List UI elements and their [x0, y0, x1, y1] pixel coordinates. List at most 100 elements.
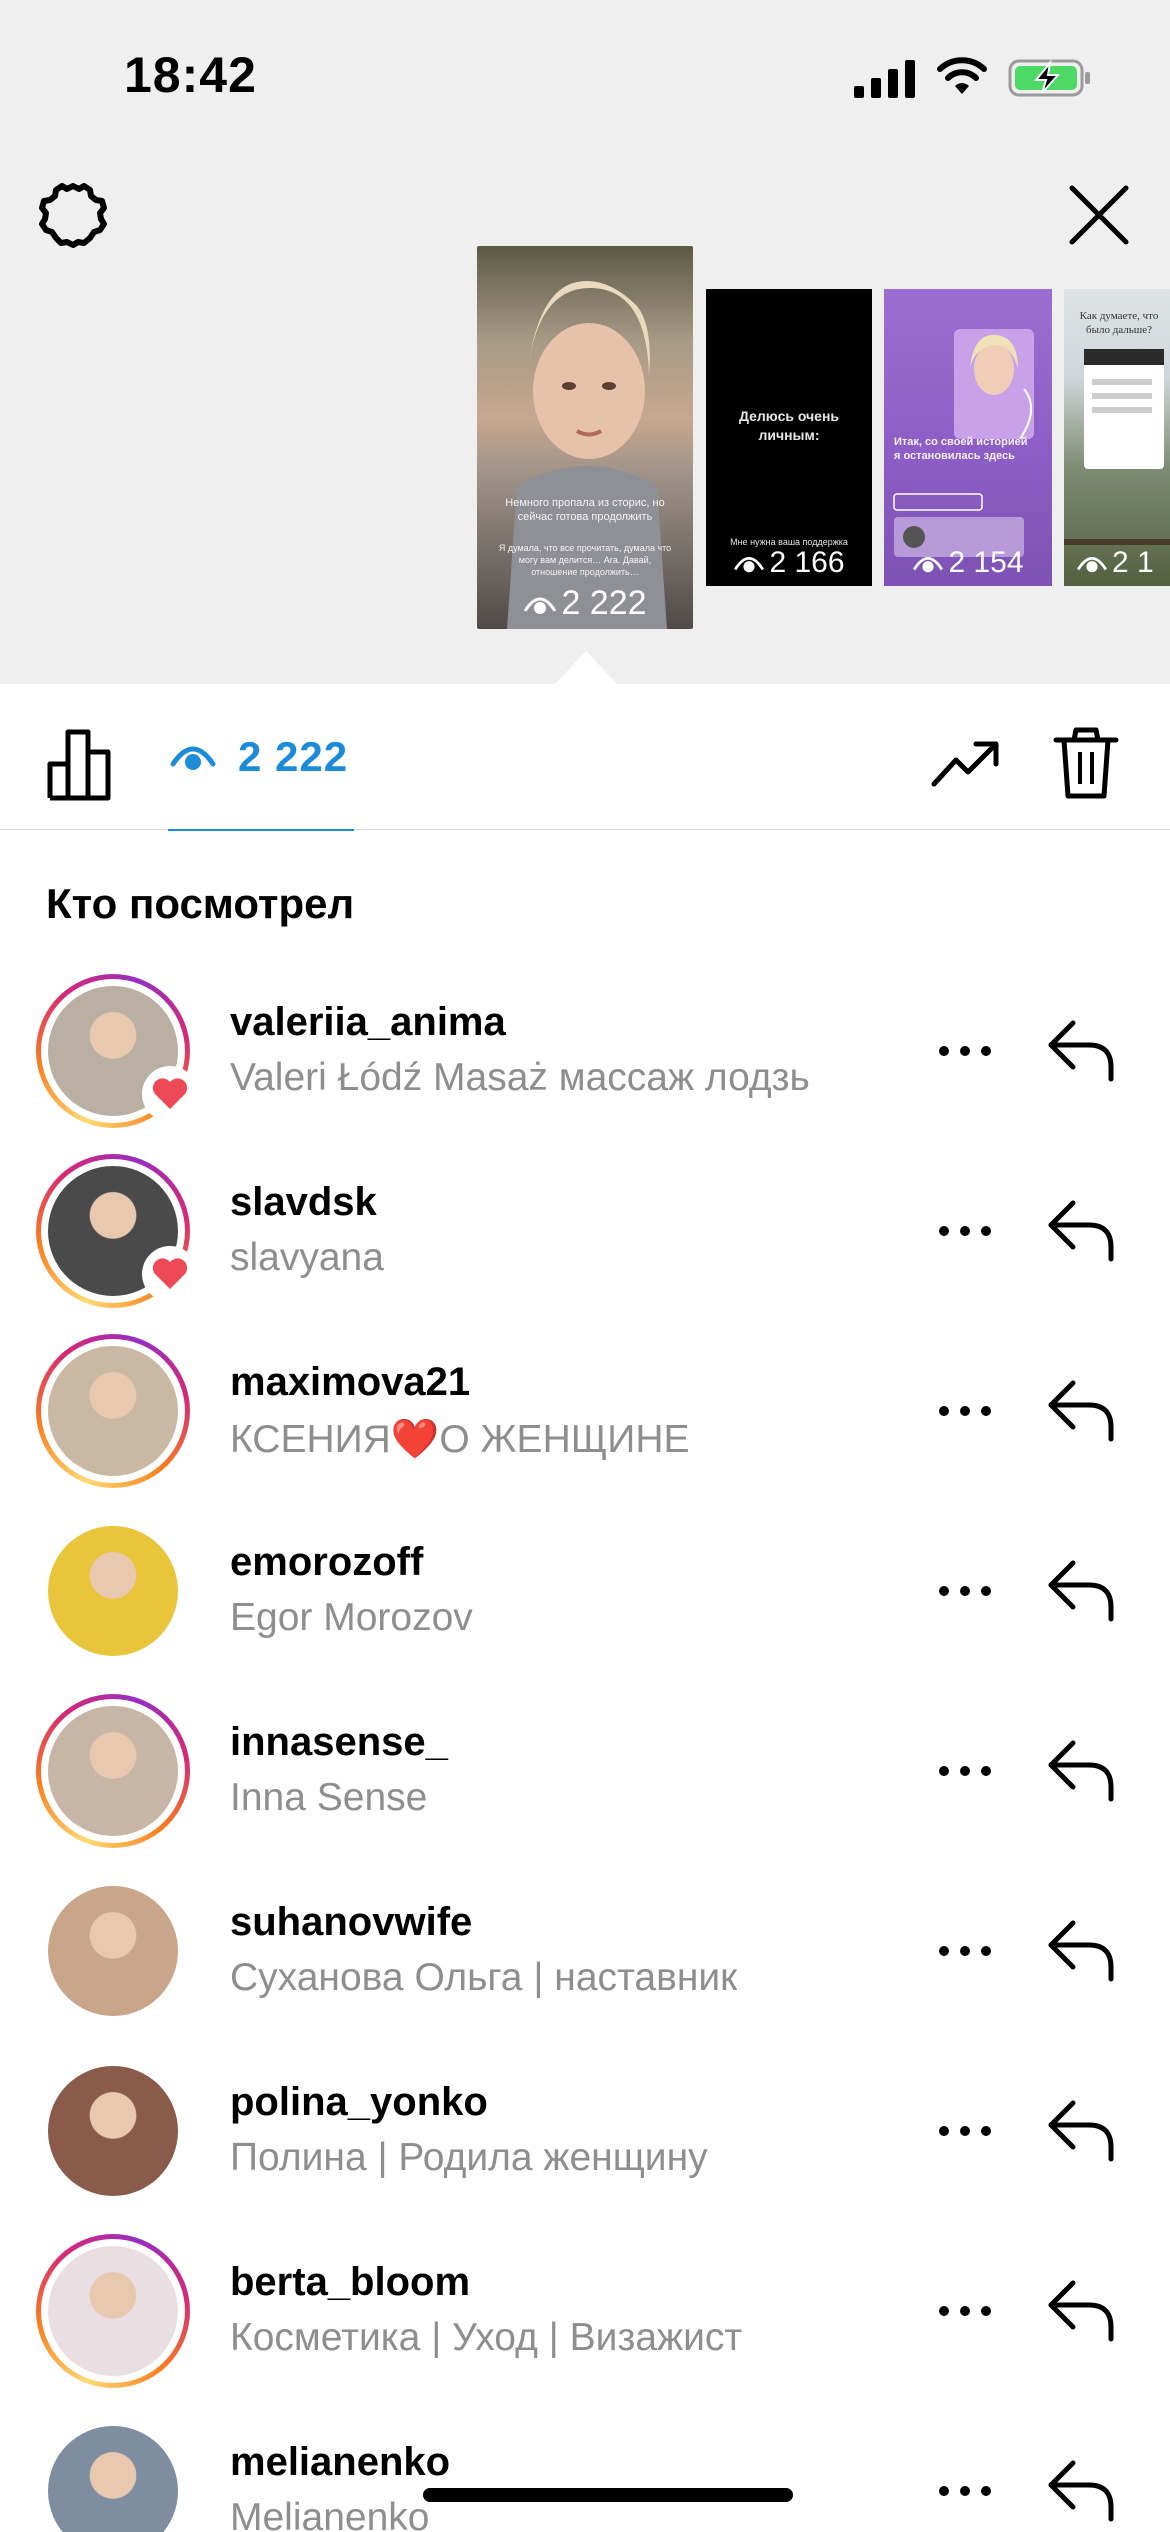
story-view-count: 2 154 [884, 546, 1052, 580]
more-options-button[interactable] [934, 2106, 996, 2156]
reply-button[interactable] [1042, 1734, 1120, 1806]
viewer-row[interactable]: maximova21 КСЕНИЯ❤️О ЖЕНЩИНЕ [0, 1320, 1170, 1500]
trending-up-icon [931, 741, 999, 787]
avatar[interactable] [36, 2234, 190, 2388]
story-views-value: 2 1 [1112, 546, 1154, 579]
viewer-row[interactable]: slavdsk slavyana [0, 1140, 1170, 1320]
more-horizontal-icon [939, 1586, 991, 1596]
viewer-row[interactable]: melianenko Melianenko [0, 2400, 1170, 2532]
avatar-image [48, 2246, 178, 2376]
viewer-username[interactable]: melianenko [230, 2440, 450, 2485]
story-thumbnail-selected[interactable]: Немного пропала из сторис, но сейчас гот… [477, 246, 693, 629]
heart-icon [152, 1078, 188, 1109]
avatar[interactable] [36, 1514, 190, 1668]
viewer-username[interactable]: innasense_ [230, 1720, 448, 1765]
reply-arrow-icon [1048, 1920, 1114, 1982]
viewer-username[interactable]: polina_yonko [230, 2080, 488, 2125]
story-thumbnail[interactable]: Итак, со своей историей я остановилась з… [884, 289, 1052, 586]
viewer-username[interactable]: slavdsk [230, 1180, 377, 1225]
more-options-button[interactable] [934, 2286, 996, 2336]
viewer-fullname: Косметика | Уход | Визажист [230, 2316, 743, 2359]
story-caption: Как думаете, что было дальше? [1079, 310, 1159, 336]
reply-button[interactable] [1042, 1914, 1120, 1986]
viewers-tab[interactable]: 2 222 [168, 684, 354, 831]
delete-button[interactable] [1050, 724, 1122, 802]
close-button[interactable] [1060, 176, 1138, 254]
reply-button[interactable] [1042, 1554, 1120, 1626]
viewer-row[interactable]: valeriia_anima Valeri Łódź Masaż массаж л… [0, 960, 1170, 1140]
story-view-count: 2 222 [477, 584, 693, 623]
avatar-frame [48, 2066, 178, 2196]
more-horizontal-icon [939, 1406, 991, 1416]
more-options-button[interactable] [934, 1386, 996, 1436]
avatar-frame [41, 1339, 185, 1483]
viewer-row[interactable]: emorozoff Egor Morozov [0, 1500, 1170, 1680]
status-bar: 18:42 [0, 0, 1170, 150]
more-options-button[interactable] [934, 1926, 996, 1976]
story-caption-small: Я думала, что все прочитать, думала что … [498, 543, 672, 577]
story-thumbnail[interactable]: Делюсь очень личным: Мне нужна ваша подд… [706, 289, 872, 586]
viewer-row[interactable]: suhanovwife Суханова Ольга | наставник [0, 1860, 1170, 2040]
status-time: 18:42 [124, 47, 257, 103]
more-options-button[interactable] [934, 2466, 996, 2516]
viewer-row[interactable]: polina_yonko Полина | Родила женщину [0, 2040, 1170, 2220]
viewer-fullname: slavyana [230, 1236, 384, 1279]
reply-button[interactable] [1042, 1374, 1120, 1446]
viewer-username[interactable]: suhanovwife [230, 1900, 472, 1945]
reply-button[interactable] [1042, 2274, 1120, 2346]
cellular-signal-icon [854, 60, 915, 98]
viewer-fullname: КСЕНИЯ❤️О ЖЕНЩИНЕ [230, 1418, 690, 1461]
insights-button[interactable] [44, 726, 120, 802]
viewer-fullname: Valeri Łódź Masaż массаж лодзь [230, 1056, 810, 1099]
reply-arrow-icon [1048, 2280, 1114, 2342]
avatar[interactable] [36, 2414, 190, 2532]
reply-button[interactable] [1042, 2094, 1120, 2166]
avatar-image [48, 1886, 178, 2016]
avatar-image [48, 1706, 178, 1836]
viewer-username[interactable]: maximova21 [230, 1360, 470, 1405]
avatar-frame [48, 1526, 178, 1656]
more-options-button[interactable] [934, 1026, 996, 1076]
home-indicator [423, 2488, 793, 2502]
avatar[interactable] [36, 1694, 190, 1848]
avatar-frame [41, 2239, 185, 2383]
story-caption: Немного пропала из сторис, но сейчас гот… [505, 497, 665, 523]
active-tab-indicator [168, 829, 354, 831]
viewer-list: valeriia_anima Valeri Łódź Masaż массаж л… [0, 960, 1170, 2532]
viewer-row[interactable]: innasense_ Inna Sense [0, 1680, 1170, 1860]
reply-arrow-icon [1048, 1560, 1114, 1622]
viewer-row[interactable]: berta_bloom Косметика | Уход | Визажист [0, 2220, 1170, 2400]
more-options-button[interactable] [934, 1206, 996, 1256]
more-options-button[interactable] [934, 1746, 996, 1796]
more-horizontal-icon [939, 2126, 991, 2136]
viewer-username[interactable]: emorozoff [230, 1540, 423, 1585]
settings-button[interactable] [34, 176, 112, 254]
reply-button[interactable] [1042, 1194, 1120, 1266]
reply-button[interactable] [1042, 1014, 1120, 1086]
trash-icon [1053, 727, 1119, 799]
reply-arrow-icon [1048, 1380, 1114, 1442]
viewers-count: 2 222 [238, 733, 349, 780]
promote-button[interactable] [930, 732, 1004, 798]
story-thumbnail[interactable]: Как думаете, что было дальше? 2 1 [1064, 289, 1170, 586]
avatar-image [48, 2426, 178, 2532]
avatar[interactable] [36, 1334, 190, 1488]
eye-icon [524, 597, 557, 614]
story-preview-area: 18:42 Немного пропала из сторис, но сейч… [0, 0, 1170, 685]
more-horizontal-icon [939, 1766, 991, 1776]
viewer-username[interactable]: berta_bloom [230, 2260, 470, 2305]
more-options-button[interactable] [934, 1566, 996, 1616]
avatar[interactable] [36, 2054, 190, 2208]
viewer-username[interactable]: valeriia_anima [230, 1000, 506, 1045]
reply-button[interactable] [1042, 2454, 1120, 2526]
story-toolbar: 2 222 [0, 684, 1170, 831]
reply-arrow-icon [1048, 1740, 1114, 1802]
avatar[interactable] [36, 1874, 190, 2028]
eye-icon [734, 557, 765, 573]
liked-heart-badge [142, 1246, 198, 1302]
battery-charging-icon [1008, 59, 1090, 97]
more-horizontal-icon [939, 2486, 991, 2496]
close-icon [1069, 185, 1129, 245]
viewer-fullname: Inna Sense [230, 1776, 428, 1819]
avatar-frame [48, 1886, 178, 2016]
